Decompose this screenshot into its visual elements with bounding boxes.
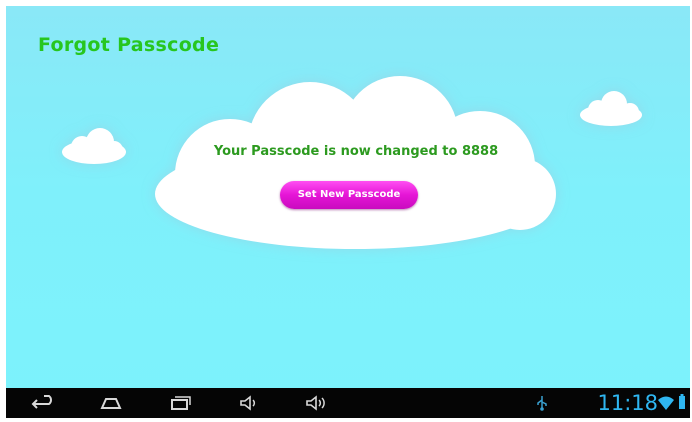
battery-icon: [678, 394, 686, 410]
big-cloud: [155, 76, 556, 249]
small-cloud-left: [62, 128, 126, 164]
confirmation-message: Your Passcode is now changed to 8888: [213, 144, 499, 159]
wifi-icon: [658, 395, 674, 410]
status-clock: 11:18: [597, 391, 658, 415]
page-title: Forgot Passcode: [38, 34, 220, 56]
system-navigation-bar: 11:18: [6, 388, 690, 418]
usb-icon: [535, 395, 549, 411]
home-icon[interactable]: [98, 393, 124, 413]
recent-apps-icon[interactable]: [166, 393, 192, 413]
volume-down-icon[interactable]: [236, 393, 262, 413]
set-new-passcode-button[interactable]: Set New Passcode: [280, 181, 418, 209]
volume-up-icon[interactable]: [303, 393, 329, 413]
small-cloud-right: [580, 91, 642, 126]
app-screen: Forgot Passcode Your Passcode is now cha…: [6, 6, 690, 418]
back-icon[interactable]: [30, 393, 56, 413]
